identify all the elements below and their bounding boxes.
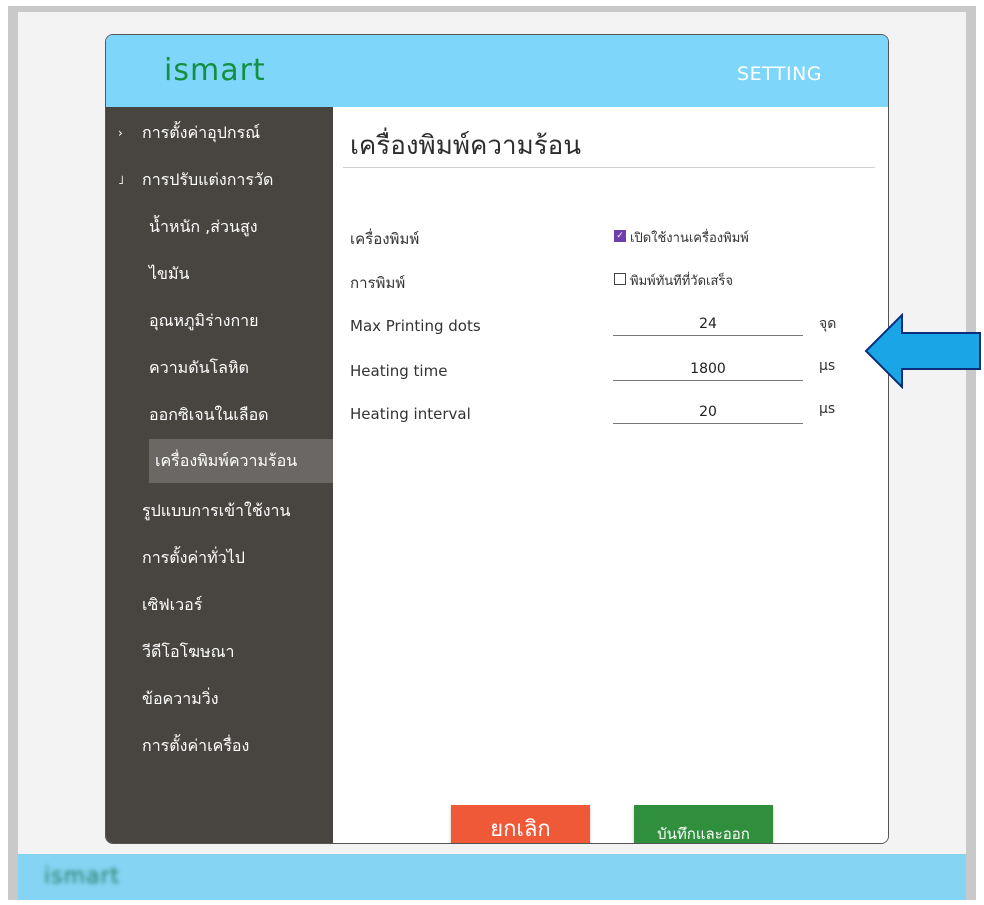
heating-time-label: Heating time <box>350 362 448 380</box>
sidebar-item-label: ข้อความวิ่ง <box>142 689 219 708</box>
sidebar-item-device-settings[interactable]: › การตั้งค่าอุปกรณ์ <box>106 111 333 155</box>
sidebar-item-label: วีดีโอโฆษณา <box>142 642 235 661</box>
microseconds-unit: μs <box>819 401 836 417</box>
chevron-right-icon: › <box>118 126 123 140</box>
enable-printer-label: เปิดใช้งานเครื่องพิมพ์ <box>630 231 749 246</box>
header-title: SETTING <box>737 63 822 85</box>
sidebar-item-label: น้ำหนัก ,ส่วนสูง <box>149 217 258 236</box>
sidebar-item-server[interactable]: เซิฟเวอร์ <box>106 583 333 627</box>
bottom-bar: ismart <box>18 854 966 900</box>
sidebar: › การตั้งค่าอุปกรณ์ ˩ การปรับแต่งการวัด … <box>106 107 333 843</box>
title-divider <box>343 167 875 168</box>
heating-interval-input[interactable]: 20 <box>613 401 803 424</box>
sidebar-item-thermal-printer[interactable]: เครื่องพิมพ์ความร้อน <box>149 439 333 483</box>
sidebar-item-weight-height[interactable]: น้ำหนัก ,ส่วนสูง <box>106 205 333 249</box>
sidebar-item-body-temperature[interactable]: อุณหภูมิร่างกาย <box>106 299 333 343</box>
cancel-button[interactable]: ยกเลิก <box>451 805 590 843</box>
page-title: เครื่องพิมพ์ความร้อน <box>350 131 582 161</box>
max-printing-dots-input[interactable]: 24 <box>613 313 803 336</box>
sidebar-item-label: ไขมัน <box>149 264 190 283</box>
heating-interval-label: Heating interval <box>350 405 471 423</box>
sidebar-item-label: การตั้งค่าเครื่อง <box>142 736 250 755</box>
sidebar-item-measurement-settings[interactable]: ˩ การปรับแต่งการวัด <box>106 158 333 202</box>
heating-time-input[interactable]: 1800 <box>613 358 803 381</box>
sidebar-item-general-settings[interactable]: การตั้งค่าทั่วไป <box>106 536 333 580</box>
max-printing-dots-label: Max Printing dots <box>350 317 481 335</box>
sidebar-item-blood-pressure[interactable]: ความดันโลหิต <box>106 346 333 390</box>
print-immediately-label: พิมพ์ทันทีที่วัดเสร็จ <box>630 274 734 289</box>
footer-logo: ismart <box>44 864 121 889</box>
sidebar-item-label: การตั้งค่าทั่วไป <box>142 548 245 567</box>
collapse-icon: ˩ <box>118 173 124 187</box>
sidebar-item-machine-settings[interactable]: การตั้งค่าเครื่อง <box>106 724 333 768</box>
sidebar-item-label: อุณหภูมิร่างกาย <box>149 311 259 330</box>
printer-label: เครื่องพิมพ์ <box>350 230 420 248</box>
sidebar-item-blood-oxygen[interactable]: ออกซิเจนในเลือด <box>106 393 333 437</box>
app-logo: ismart <box>164 53 266 88</box>
sidebar-item-body-fat[interactable]: ไขมัน <box>106 252 333 296</box>
sidebar-item-label: การตั้งค่าอุปกรณ์ <box>142 123 261 142</box>
save-and-exit-button[interactable]: บันทึกและออก <box>634 805 773 843</box>
microseconds-unit: μs <box>819 358 836 374</box>
content-panel: เครื่องพิมพ์ความร้อน เครื่องพิมพ์ ✓ เปิด… <box>333 107 888 843</box>
arrow-left-icon <box>864 313 981 389</box>
printing-label: การพิมพ์ <box>350 274 406 292</box>
sidebar-item-ad-video[interactable]: วีดีโอโฆษณา <box>106 630 333 674</box>
print-immediately-checkbox[interactable] <box>614 273 626 285</box>
enable-printer-checkbox[interactable]: ✓ <box>614 230 626 242</box>
sidebar-item-label: ความดันโลหิต <box>149 358 249 377</box>
dots-unit: จุด <box>819 316 837 332</box>
sidebar-item-access-mode[interactable]: รูปแบบการเข้าใช้งาน <box>106 489 333 533</box>
sidebar-item-label: การปรับแต่งการวัด <box>142 170 274 189</box>
header-bar: ismart SETTING <box>106 35 888 107</box>
sidebar-item-label: รูปแบบการเข้าใช้งาน <box>142 501 291 520</box>
sidebar-item-label: ออกซิเจนในเลือด <box>149 405 269 424</box>
sidebar-item-label: เซิฟเวอร์ <box>142 595 203 614</box>
sidebar-item-marquee-text[interactable]: ข้อความวิ่ง <box>106 677 333 721</box>
sidebar-item-label: เครื่องพิมพ์ความร้อน <box>155 451 298 470</box>
settings-window: ismart SETTING › การตั้งค่าอุปกรณ์ ˩ การ… <box>105 34 889 844</box>
